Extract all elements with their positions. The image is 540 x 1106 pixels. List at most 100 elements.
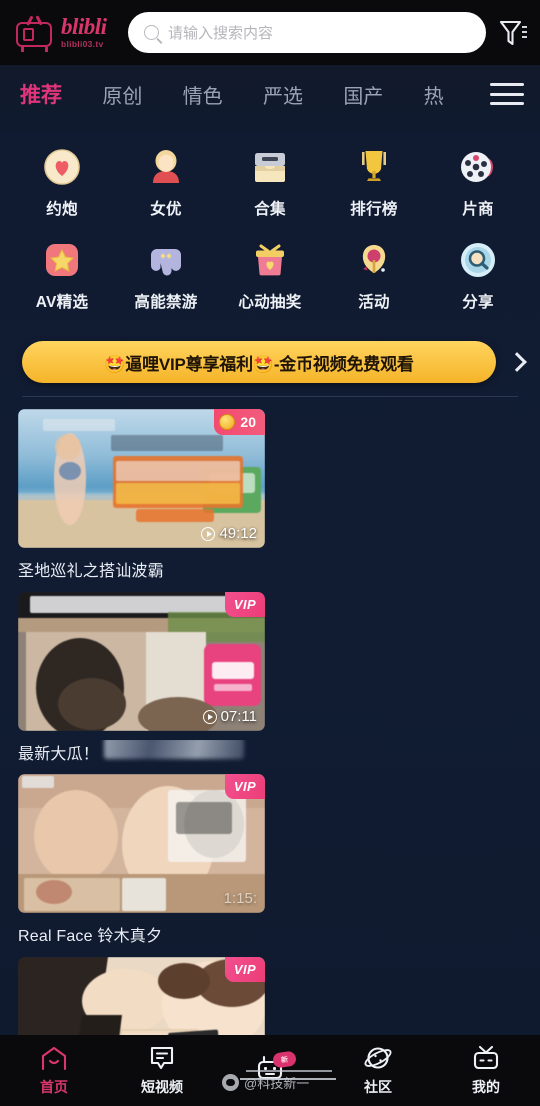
shortcut-xindong-choujiang[interactable]: 心动抽奖 — [218, 230, 322, 323]
share-circle-icon — [457, 239, 499, 281]
shortcut-pianshang[interactable]: 片商 — [426, 137, 530, 230]
star-badge-icon — [41, 239, 83, 281]
vip-badge: VIP — [225, 592, 265, 617]
play-icon — [201, 526, 216, 541]
filter-icon[interactable] — [498, 16, 528, 50]
vip-badge: VIP — [225, 774, 265, 799]
nav-item-home[interactable]: 首页 — [0, 1045, 108, 1097]
video-title: 最新大瓜！ — [18, 740, 265, 764]
nav-item-community[interactable]: 社区 — [324, 1045, 432, 1097]
vip-label: VIP — [233, 779, 257, 794]
video-thumbnail[interactable]: 20 49:12 — [18, 409, 265, 548]
trophy-icon — [353, 146, 395, 188]
search-input[interactable]: 请输入搜索内容 — [128, 12, 486, 53]
tab-erotic[interactable]: 情色 — [183, 80, 223, 109]
vip-label: VIP — [233, 597, 257, 612]
video-title: 圣地巡礼之搭讪波霸 — [18, 563, 164, 580]
weibo-icon — [222, 1074, 239, 1091]
shortcut-label: 合集 — [254, 201, 286, 218]
female-avatar-icon — [145, 146, 187, 188]
coin-badge: 20 — [214, 409, 265, 435]
short-video-icon — [147, 1045, 177, 1071]
gift-box-icon — [249, 239, 291, 281]
film-reel-icon — [457, 146, 499, 188]
video-card[interactable]: VIP 07:11 最新大瓜！ — [18, 592, 265, 764]
video-duration: 1:15: — [224, 890, 257, 907]
watermark-strike-1 — [240, 1078, 336, 1080]
shortcut-label: 女优 — [150, 201, 182, 218]
hamburger-menu-icon[interactable] — [489, 83, 524, 105]
shortcut-huodong[interactable]: 活动 — [322, 230, 426, 323]
tab-recommend[interactable]: 推荐 — [20, 79, 62, 109]
duration-text: 1:15: — [223, 890, 257, 907]
shortcut-yuepao[interactable]: 约炮 — [10, 137, 114, 230]
shortcut-label: 片商 — [462, 201, 494, 218]
tab-domestic[interactable]: 国产 — [343, 80, 383, 109]
duration-text: 07:11 — [220, 708, 257, 725]
censor-smudge — [104, 740, 244, 759]
tab-original[interactable]: 原创 — [102, 80, 142, 109]
shortcut-label: 约炮 — [46, 201, 78, 218]
app-root: blibli blibli03.tv 请输入搜索内容 推荐 原创 情色 严选 国… — [0, 0, 540, 1106]
video-duration: 07:11 — [202, 708, 257, 725]
shortcut-label: 分享 — [462, 294, 494, 311]
shortcut-label: 活动 — [358, 294, 390, 311]
category-tab-bar: 推荐 原创 情色 严选 国产 热 — [0, 65, 540, 123]
promo-banner-1[interactable]: 🤩逼哩VIP尊享福利🤩-金币视频免费观看 — [0, 331, 540, 383]
top-bar: blibli blibli03.tv 请输入搜索内容 — [0, 0, 540, 65]
app-logo[interactable]: blibli blibli03.tv — [14, 14, 118, 52]
nav-label: 我的 — [472, 1078, 500, 1095]
video-thumbnail[interactable]: VIP 07:11 — [18, 592, 265, 731]
planet-icon — [363, 1045, 393, 1071]
nav-label: 社区 — [364, 1078, 392, 1095]
promo-pill[interactable]: 🤩逼哩VIP尊享福利🤩-金币视频免费观看 — [22, 341, 496, 383]
shortcut-fenxiang[interactable]: 分享 — [426, 230, 530, 323]
search-icon — [144, 25, 159, 40]
shortcut-label: 排行榜 — [350, 201, 398, 218]
shortcut-gaoneng-jinyou[interactable]: 高能禁游 — [114, 230, 218, 323]
nav-item-mine[interactable]: 我的 — [432, 1045, 540, 1097]
brand-domain: blibli03.tv — [61, 39, 104, 49]
vip-badge: VIP — [225, 957, 265, 982]
tab-selected[interactable]: 严选 — [263, 80, 303, 109]
coin-icon — [219, 414, 236, 430]
video-title-text: 最新大瓜！ — [18, 746, 100, 763]
shortcut-row-2: AV精选 高能禁游 心动抽奖 活动 分享 — [10, 230, 530, 323]
game-controller-icon — [145, 239, 187, 281]
coin-count: 20 — [240, 414, 256, 430]
promo-text: 🤩逼哩VIP尊享福利🤩-金币视频免费观看 — [104, 354, 414, 374]
balloon-icon — [353, 239, 395, 281]
shortcut-label: 心动抽奖 — [238, 294, 302, 311]
tv-icon — [14, 15, 56, 52]
shortcut-grid: 约炮 女优 合集 排行榜 片商 AV精选 高能禁游 心动抽奖 活动 分享 — [0, 123, 540, 331]
chevron-right-icon[interactable] — [506, 352, 526, 372]
vip-label: VIP — [233, 962, 257, 977]
home-icon — [39, 1045, 69, 1071]
nav-new-badge: 新 — [272, 1049, 297, 1069]
heart-in-circle-icon — [41, 146, 83, 188]
video-thumbnail[interactable]: VIP 1:15: — [18, 774, 265, 913]
shortcut-nvyou[interactable]: 女优 — [114, 137, 218, 230]
video-title: Real Face 铃木真夕 — [18, 928, 163, 945]
nav-item-short-video[interactable]: 短视频 — [108, 1045, 216, 1097]
tv-profile-icon — [471, 1045, 501, 1071]
video-card[interactable]: VIP 1:15: Real Face 铃木真夕 — [18, 774, 265, 946]
weibo-watermark: @科技新一 — [222, 1073, 309, 1092]
video-card[interactable]: 20 49:12 圣地巡礼之搭讪波霸 — [18, 409, 265, 581]
watermark-text: @科技新一 — [244, 1076, 310, 1091]
shortcut-label: 高能禁游 — [134, 294, 198, 311]
nav-label: 短视频 — [141, 1078, 183, 1095]
tab-hot[interactable]: 热 — [424, 80, 444, 109]
shortcut-label: AV精选 — [35, 294, 89, 311]
brand-name: blibli — [61, 14, 107, 39]
watermark-strike-2 — [246, 1070, 332, 1072]
video-grid-1: 20 49:12 圣地巡礼之搭讪波霸 VIP 07:11 最新大瓜！ — [0, 397, 540, 764]
play-icon — [202, 709, 217, 724]
duration-text: 49:12 — [219, 525, 257, 542]
shortcut-paihangbang[interactable]: 排行榜 — [322, 137, 426, 230]
nav-label: 首页 — [40, 1078, 68, 1095]
inbox-tray-icon — [249, 146, 291, 188]
shortcut-av-jingxuan[interactable]: AV精选 — [10, 230, 114, 323]
shortcut-row-1: 约炮 女优 合集 排行榜 片商 — [10, 137, 530, 230]
shortcut-heji[interactable]: 合集 — [218, 137, 322, 230]
